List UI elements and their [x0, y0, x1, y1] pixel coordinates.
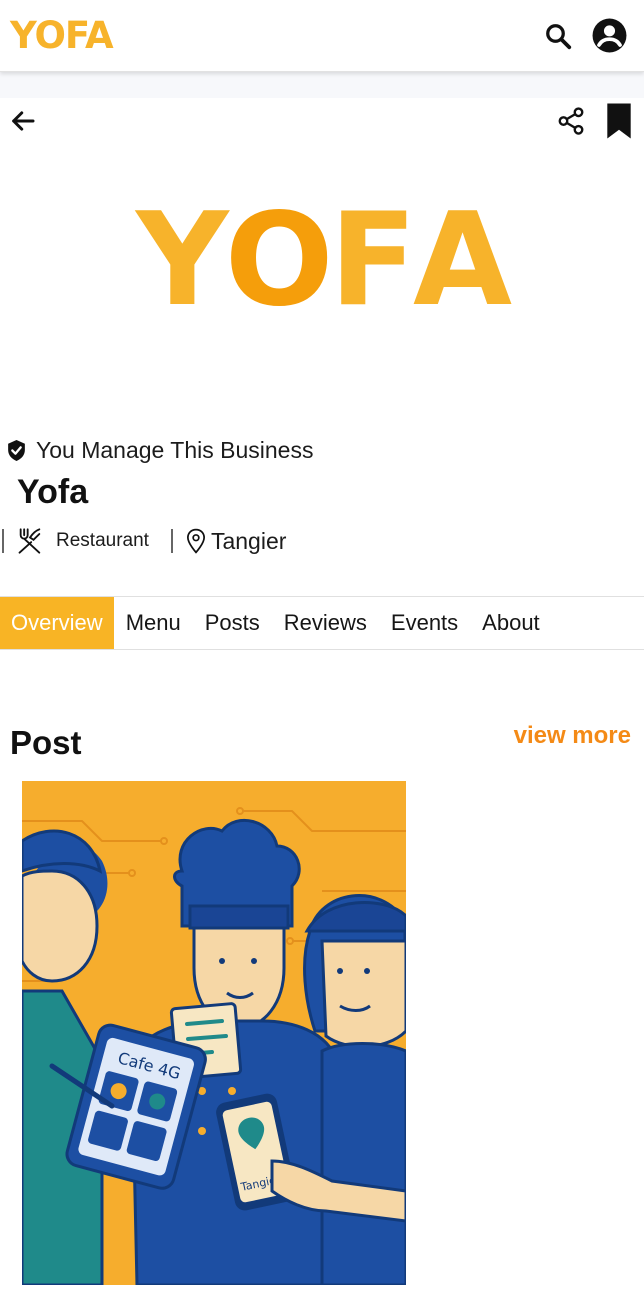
- post-section-title: Post: [10, 724, 82, 761]
- post-image[interactable]: Cafe 4G Tangier: [22, 781, 406, 1285]
- top-app-bar: YOFA: [0, 0, 644, 72]
- logo-letter-f: F: [329, 185, 417, 335]
- arrow-left-icon[interactable]: [8, 106, 38, 136]
- appbar-actions: [543, 17, 628, 54]
- divider: [170, 529, 173, 553]
- app-logo[interactable]: YOFA: [10, 14, 114, 57]
- divider: [2, 529, 4, 553]
- logo-letter-y: Y: [136, 185, 229, 335]
- location-pin-icon: [185, 528, 207, 554]
- manage-business-label: You Manage This Business: [36, 437, 314, 463]
- tab-reviews[interactable]: Reviews: [272, 597, 379, 649]
- header-spacer: [0, 72, 644, 98]
- business-name: Yofa: [17, 473, 89, 511]
- hero-actions: [556, 102, 634, 140]
- tab-about[interactable]: About: [470, 597, 552, 649]
- account-circle-icon[interactable]: [591, 17, 628, 54]
- category-chip: Restaurant: [16, 527, 149, 555]
- tab-posts[interactable]: Posts: [193, 597, 272, 649]
- fork-knife-icon: [16, 527, 44, 555]
- business-tabs: Overview Menu Posts Reviews Events About: [0, 596, 644, 650]
- category-label: Restaurant: [56, 530, 149, 551]
- share-icon[interactable]: [556, 106, 586, 136]
- business-meta: Restaurant Tangier: [0, 524, 286, 558]
- search-icon[interactable]: [543, 21, 573, 51]
- location-chip: Tangier: [185, 528, 286, 555]
- post-illustration: Cafe 4G Tangier: [22, 781, 406, 1285]
- tab-overview[interactable]: Overview: [0, 597, 114, 649]
- manage-business-row: You Manage This Business: [6, 437, 313, 464]
- tab-events[interactable]: Events: [379, 597, 470, 649]
- tab-menu[interactable]: Menu: [114, 597, 193, 649]
- logo-letter-a: A: [412, 185, 512, 335]
- business-logo: Y O F A: [0, 186, 644, 335]
- verified-shield-icon: [6, 439, 27, 462]
- hero-controls: [0, 98, 644, 144]
- bookmark-icon[interactable]: [604, 102, 634, 140]
- view-more-link[interactable]: view more: [514, 722, 631, 750]
- location-label: Tangier: [210, 527, 287, 554]
- logo-letter-o: O: [224, 185, 334, 335]
